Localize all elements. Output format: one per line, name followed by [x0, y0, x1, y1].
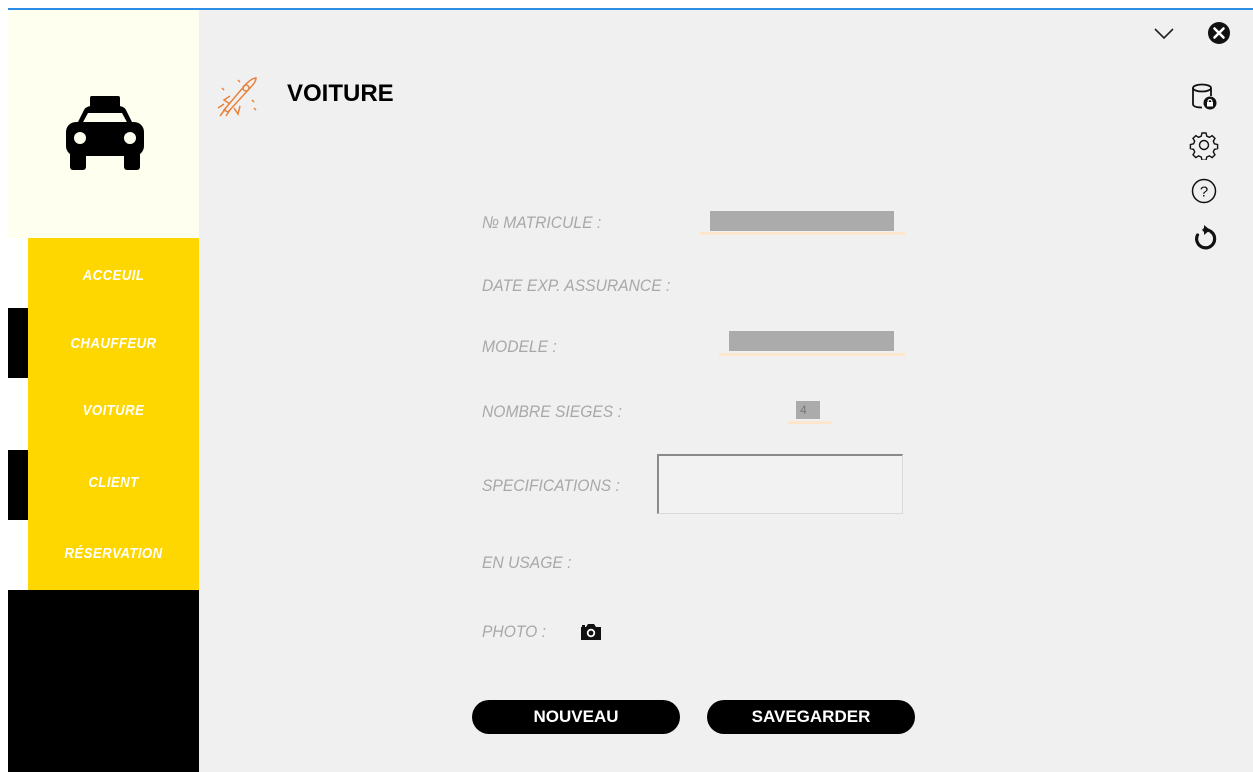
modele-underline [719, 353, 905, 356]
matricule-label: № MATRICULE : [482, 213, 602, 232]
sidebar-item-client[interactable]: CLIENT [38, 463, 188, 503]
close-icon[interactable] [1206, 20, 1232, 46]
savegarder-button[interactable]: SAVEGARDER [707, 700, 915, 734]
page-title: VOITURE [287, 80, 394, 107]
database-lock-icon[interactable] [1189, 82, 1219, 112]
help-icon[interactable]: ? [1189, 176, 1219, 206]
gear-icon[interactable] [1189, 130, 1219, 160]
taxi-icon [66, 96, 144, 170]
nouveau-button[interactable]: NOUVEAU [472, 700, 680, 734]
sidebar-item-acceuil[interactable]: ACCEUIL [38, 256, 188, 296]
modele-label: MODELE : [482, 337, 557, 356]
specifications-textarea[interactable] [657, 454, 903, 514]
specifications-label: SPECIFICATIONS : [482, 476, 620, 495]
sieges-underline [788, 421, 832, 424]
rocket-icon [217, 77, 257, 117]
photo-label: PHOTO : [482, 622, 547, 641]
sidebar: ACCEUIL CHAUFFEUR VOITURE CLIENT RÉSERVA… [8, 10, 199, 772]
sidebar-item-reservation[interactable]: RÉSERVATION [38, 534, 188, 574]
svg-text:?: ? [1200, 184, 1208, 201]
sidebar-item-chauffeur[interactable]: CHAUFFEUR [38, 324, 188, 364]
en-usage-label: EN USAGE : [482, 553, 572, 572]
sidebar-item-voiture[interactable]: VOITURE [38, 391, 188, 431]
matricule-input[interactable] [710, 211, 894, 231]
sidebar-stripe [8, 238, 28, 590]
camera-icon[interactable] [579, 622, 603, 642]
nombre-sieges-stepper[interactable] [796, 401, 820, 419]
nombre-sieges-label: NOMBRE SIEGES : [482, 402, 622, 421]
matricule-underline [700, 232, 905, 235]
minimize-chevron-icon[interactable] [1151, 20, 1177, 46]
refresh-icon[interactable] [1189, 224, 1219, 254]
logo-area [8, 10, 199, 238]
date-assurance-label: DATE EXP. ASSURANCE : [482, 276, 671, 295]
sidebar-nav: ACCEUIL CHAUFFEUR VOITURE CLIENT RÉSERVA… [28, 238, 199, 590]
modele-input[interactable] [729, 331, 894, 351]
app-window: ACCEUIL CHAUFFEUR VOITURE CLIENT RÉSERVA… [8, 8, 1253, 772]
